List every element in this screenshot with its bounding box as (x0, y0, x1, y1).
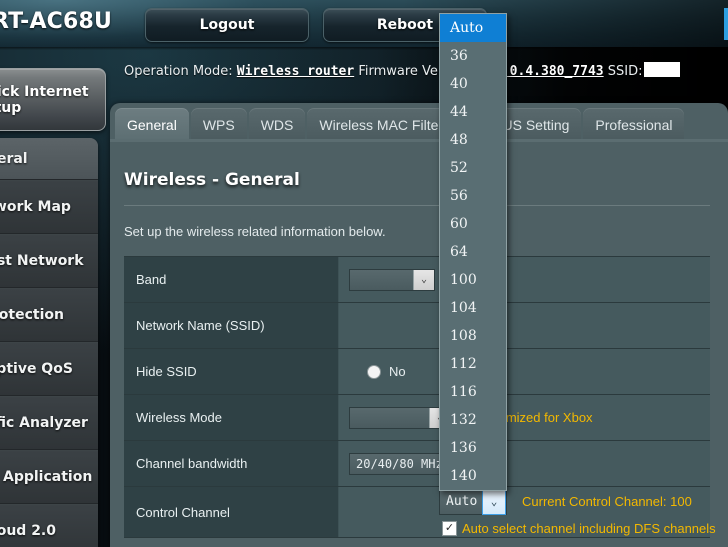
current-control-channel-text: Current Control Channel: 100 (522, 494, 692, 509)
sidebar-item-aiprotection[interactable]: AiProtection (0, 288, 98, 342)
main-panel: General WPS WDS Wireless MAC Filter RADI… (110, 103, 728, 547)
dropdown-option-64[interactable]: 64 (440, 238, 506, 266)
tab-wps[interactable]: WPS (190, 108, 247, 141)
status-info-line: Operation Mode: Wireless router Firmware… (124, 62, 728, 84)
row-label-ssid: Network Name (SSID) (124, 303, 339, 348)
control-channel-dropdown-list[interactable]: Auto 36 40 44 48 52 56 60 64 100 104 108… (439, 13, 507, 491)
dropdown-option-100[interactable]: 100 (440, 266, 506, 294)
sidebar-item-usb-application[interactable]: USB Application (0, 450, 98, 504)
dfs-label: Auto select channel including DFS channe… (462, 521, 716, 536)
sidebar-menu: General Network Map Guest Network AiProt… (0, 138, 98, 547)
dropdown-option-132[interactable]: 132 (440, 406, 506, 434)
row-label-band: Band (124, 257, 339, 302)
dropdown-option-44[interactable]: 44 (440, 98, 506, 126)
dropdown-option-56[interactable]: 56 (440, 182, 506, 210)
router-model-title: RT-AC68U (0, 9, 113, 34)
dropdown-option-52[interactable]: 52 (440, 154, 506, 182)
row-label-wireless-mode: Wireless Mode (124, 395, 339, 440)
row-value-wireless-mode: ⌄ Optimized for Xbox (339, 395, 710, 440)
row-value-hide-ssid: No (339, 349, 710, 394)
row-value-channel-bandwidth: 20/40/80 MHz ⌄ (339, 441, 710, 486)
table-row-ssid: Network Name (SSID) (124, 303, 710, 349)
logout-button[interactable]: Logout (145, 8, 309, 42)
chevron-down-icon: ⌄ (413, 269, 434, 290)
quick-internet-setup-button[interactable]: Quick Internet Setup (0, 68, 106, 131)
wireless-mode-select[interactable]: ⌄ (349, 406, 451, 429)
dropdown-option-136[interactable]: 136 (440, 434, 506, 462)
sidebar-item-general[interactable]: General (0, 138, 98, 180)
control-channel-select[interactable]: Auto ⌄ (439, 488, 507, 515)
ssid-value-box (644, 62, 681, 77)
page-subtitle: Set up the wireless related information … (124, 224, 386, 239)
dfs-checkbox[interactable]: ✓ (442, 521, 457, 536)
page-title: Wireless - General (124, 170, 300, 190)
dropdown-option-40[interactable]: 40 (440, 70, 506, 98)
band-select[interactable]: ⌄ (349, 268, 435, 291)
header-accent-bar (724, 8, 728, 40)
top-header-bar: RT-AC68U Logout Reboot (0, 0, 728, 47)
sidebar-item-guest-network[interactable]: Guest Network (0, 234, 98, 288)
sidebar-item-network-map[interactable]: Network Map (0, 180, 98, 234)
row-value-band: ⌄ (339, 257, 710, 302)
header-shadow (0, 47, 728, 50)
dropdown-option-auto[interactable]: Auto (440, 14, 506, 42)
table-row-hide-ssid: Hide SSID No (124, 349, 710, 395)
row-label-control-channel: Control Channel (124, 487, 339, 537)
panel-body: Wireless - General Set up the wireless r… (110, 142, 728, 547)
hide-ssid-no-label: No (389, 364, 406, 379)
table-row-wireless-mode: Wireless Mode ⌄ Optimized for Xbox (124, 395, 710, 441)
channel-bandwidth-value: 20/40/80 MHz (356, 456, 443, 471)
row-label-hide-ssid: Hide SSID (124, 349, 339, 394)
table-row-band: Band ⌄ (124, 257, 710, 303)
table-row-channel-bandwidth: Channel bandwidth 20/40/80 MHz ⌄ (124, 441, 710, 487)
title-divider (124, 205, 710, 206)
sidebar-item-traffic-analyzer[interactable]: Traffic Analyzer (0, 396, 98, 450)
operation-mode-value[interactable]: Wireless router (237, 64, 354, 79)
dropdown-option-140[interactable]: 140 (440, 462, 506, 490)
tab-bar: General WPS WDS Wireless MAC Filter RADI… (110, 103, 728, 141)
dropdown-option-36[interactable]: 36 (440, 42, 506, 70)
control-channel-select-value: Auto (446, 494, 478, 509)
dropdown-option-48[interactable]: 48 (440, 126, 506, 154)
row-label-channel-bandwidth: Channel bandwidth (124, 441, 339, 486)
dropdown-option-60[interactable]: 60 (440, 210, 506, 238)
chevron-down-icon: ⌄ (482, 488, 506, 515)
sidebar-item-adaptive-qos[interactable]: Adaptive QoS (0, 342, 98, 396)
row-value-ssid (339, 303, 710, 348)
dropdown-option-108[interactable]: 108 (440, 322, 506, 350)
dfs-option-group: ✓ Auto select channel including DFS chan… (442, 521, 716, 536)
dropdown-option-112[interactable]: 112 (440, 350, 506, 378)
hide-ssid-radio-no[interactable] (367, 364, 381, 379)
ssid-label: SSID: (607, 64, 643, 79)
operation-mode-label: Operation Mode: (124, 64, 233, 79)
sidebar-item-aicloud[interactable]: AiCloud 2.0 (0, 504, 98, 547)
tab-wireless-mac-filter[interactable]: Wireless MAC Filter (307, 108, 456, 141)
tab-professional[interactable]: Professional (583, 108, 685, 141)
dropdown-option-104[interactable]: 104 (440, 294, 506, 322)
tab-wds[interactable]: WDS (248, 108, 306, 141)
dropdown-option-116[interactable]: 116 (440, 378, 506, 406)
app-root: RT-AC68U Logout Reboot Operation Mode: W… (0, 0, 728, 547)
tab-general[interactable]: General (115, 108, 189, 141)
